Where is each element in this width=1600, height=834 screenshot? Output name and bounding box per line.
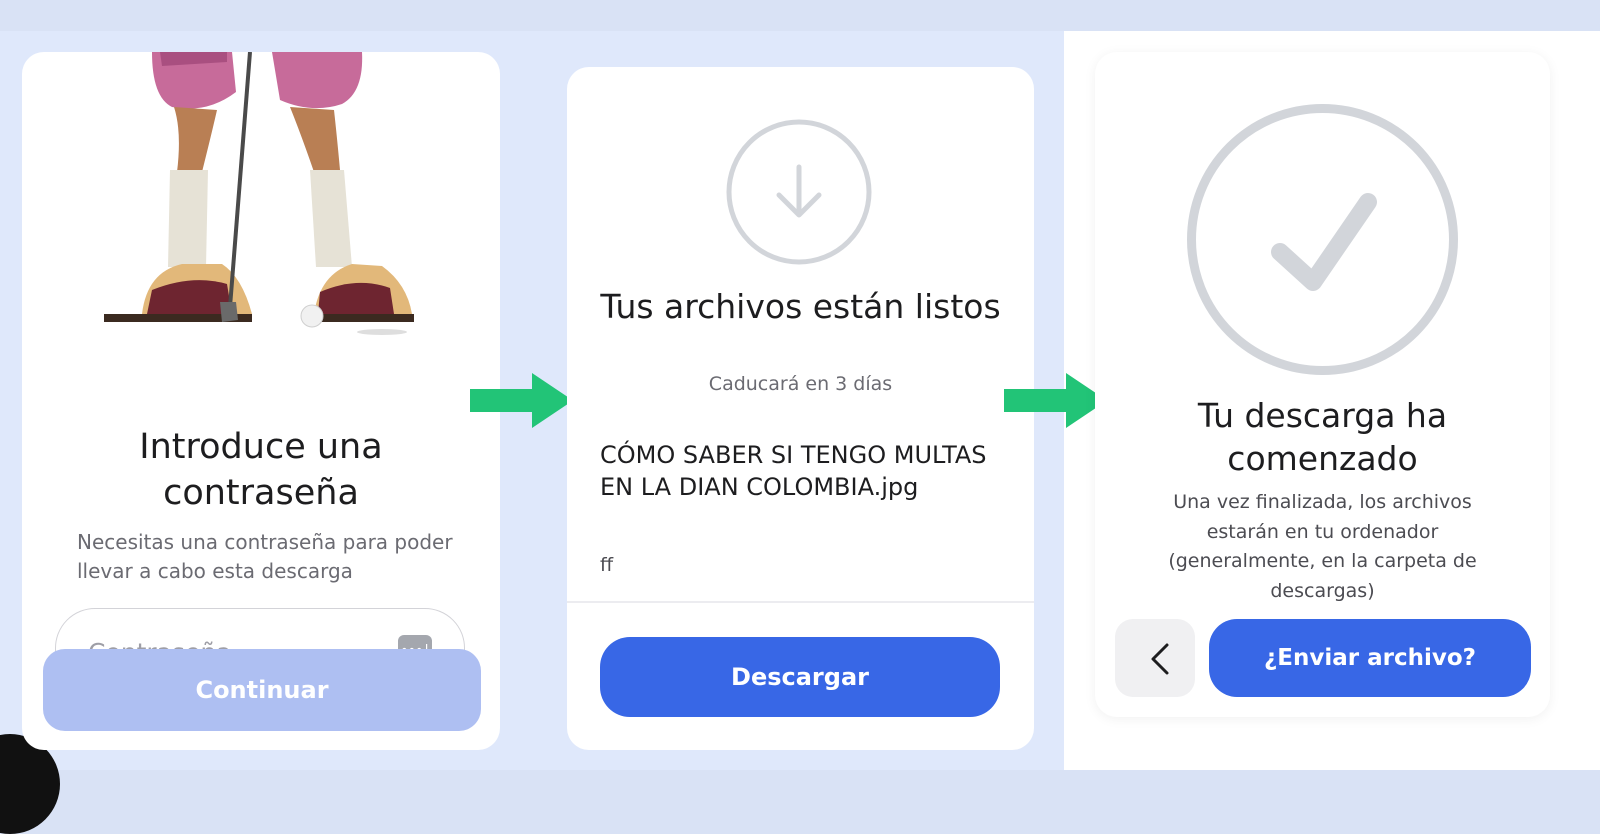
download-arrow-icon [726,119,872,265]
download-button[interactable]: Descargar [600,637,1000,717]
expiry-text: Caducará en 3 días [708,373,893,395]
subtitle: Necesitas una contraseña para poder llev… [77,530,453,583]
continue-button[interactable]: Continuar [43,649,481,731]
checkmark-icon [1187,104,1458,375]
files-ready-card: Tus archivos están listos Caducará en 3 … [567,67,1034,750]
page-title: Tus archivos están listos [600,287,1001,326]
file-name: CÓMO SABER SI TENGO MULTAS EN LA DIAN CO… [600,441,987,501]
message-text: ff [600,554,614,576]
description: Una vez finalizada, los archivos estarán… [1168,491,1477,602]
chevron-left-icon [1151,643,1169,675]
right-arrow-icon [470,373,573,428]
divider [567,601,1034,603]
back-button[interactable] [1115,619,1195,697]
page-title: Introduce una contraseña [139,427,383,513]
send-file-button[interactable]: ¿Enviar archivo? [1209,619,1531,697]
right-arrow-icon [1004,373,1107,428]
golfer-illustration [104,52,414,335]
download-started-card: Tu descarga ha comenzado Una vez finaliz… [1095,52,1550,717]
page-title: Tu descarga ha comenzado [1197,396,1448,478]
password-card: Introduce una contraseña Necesitas una c… [22,52,500,750]
